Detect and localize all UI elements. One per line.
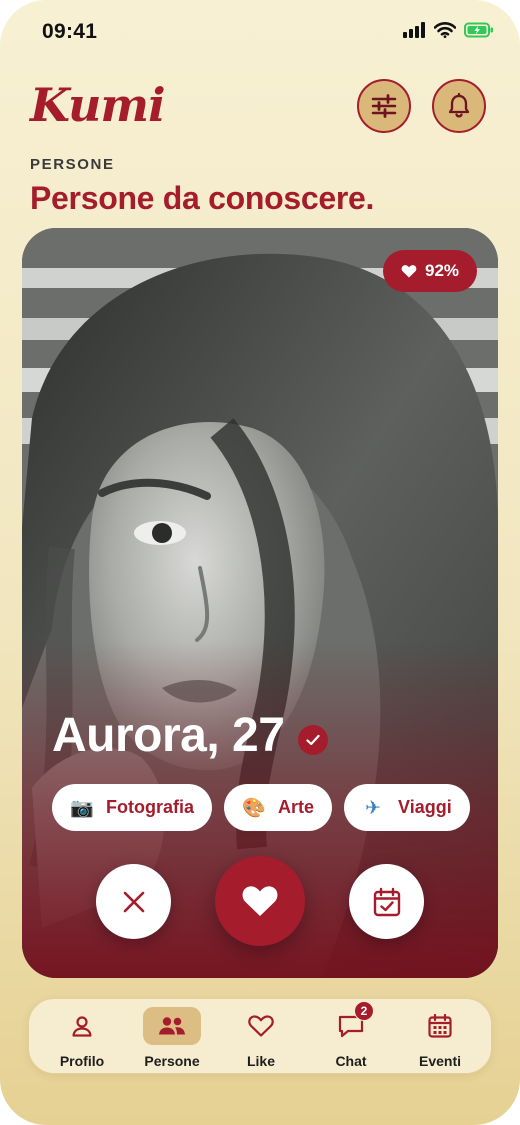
nav-item-persone[interactable]: Persone (135, 1007, 209, 1069)
close-icon (123, 891, 144, 912)
nav-item-eventi[interactable]: Eventi (403, 1007, 477, 1069)
interest-label: Viaggi (398, 797, 452, 817)
interest-label: Arte (278, 797, 315, 817)
status-time: 09:41 (42, 20, 98, 43)
calendar-check-icon (373, 887, 400, 916)
nav-item-chat[interactable]: 2 Chat (314, 1001, 388, 1069)
interest-chip-art[interactable]: 🎨 Arte (224, 784, 333, 831)
user-icon (72, 1016, 92, 1037)
sliders-icon (371, 94, 397, 118)
camera-icon: 📷 (70, 797, 94, 819)
interest-label: Fotografia (106, 797, 194, 817)
page-title: Persone da conoscere. (30, 180, 375, 216)
interest-chip-photography[interactable]: 📷 Fotografia (52, 784, 212, 831)
filters-button[interactable] (357, 79, 411, 133)
pass-button[interactable] (96, 864, 171, 939)
profile-card[interactable]: 92% Aurora, 27 📷 Fotografia 🎨 Arte ✈ Via… (22, 228, 498, 978)
app-logo: Kumi (30, 78, 166, 132)
nav-label: Like (246, 1053, 275, 1069)
users-icon (159, 1017, 185, 1035)
airplane-icon: ✈ (365, 796, 381, 819)
verified-badge (298, 724, 329, 755)
battery-icon (464, 22, 493, 38)
invite-event-button[interactable] (349, 864, 424, 939)
match-percent: 92% (424, 261, 460, 280)
wifi-icon (434, 22, 456, 38)
heart-outline-icon (248, 1015, 274, 1037)
interest-chip-travel[interactable]: ✈ Viaggi (344, 784, 470, 831)
section-label: PERSONE (30, 156, 115, 173)
profile-name: Aurora, 27 (52, 709, 285, 762)
heart-icon (242, 886, 278, 916)
match-badge: 92% (383, 250, 477, 292)
interest-chips: 📷 Fotografia 🎨 Arte ✈ Viaggi (52, 784, 470, 831)
nav-label: Eventi (418, 1053, 461, 1069)
chat-unread-badge: 2 (354, 1001, 374, 1021)
nav-label: Chat (335, 1053, 367, 1069)
bottom-nav: Profilo Persone Like 2 Chat Eventi (28, 998, 492, 1074)
notifications-button[interactable] (432, 79, 486, 133)
phone-screen: 09:41 Kumi PERSONE Persone da conoscere.… (0, 0, 520, 1125)
signal-icon (403, 22, 425, 38)
like-button[interactable] (215, 856, 305, 946)
status-bar: 09:41 (0, 0, 520, 64)
nav-label: Persone (144, 1053, 200, 1069)
nav-item-profilo[interactable]: Profilo (45, 1007, 119, 1069)
palette-icon: 🎨 (242, 797, 266, 819)
profile-name-row: Aurora, 27 (52, 708, 329, 763)
status-icons (402, 22, 494, 38)
nav-label: Profilo (59, 1053, 105, 1069)
nav-item-like[interactable]: Like (224, 1007, 298, 1069)
bell-icon (448, 93, 470, 118)
calendar-icon (428, 1014, 452, 1038)
checkmark-icon (306, 734, 321, 745)
heart-icon (401, 265, 417, 278)
